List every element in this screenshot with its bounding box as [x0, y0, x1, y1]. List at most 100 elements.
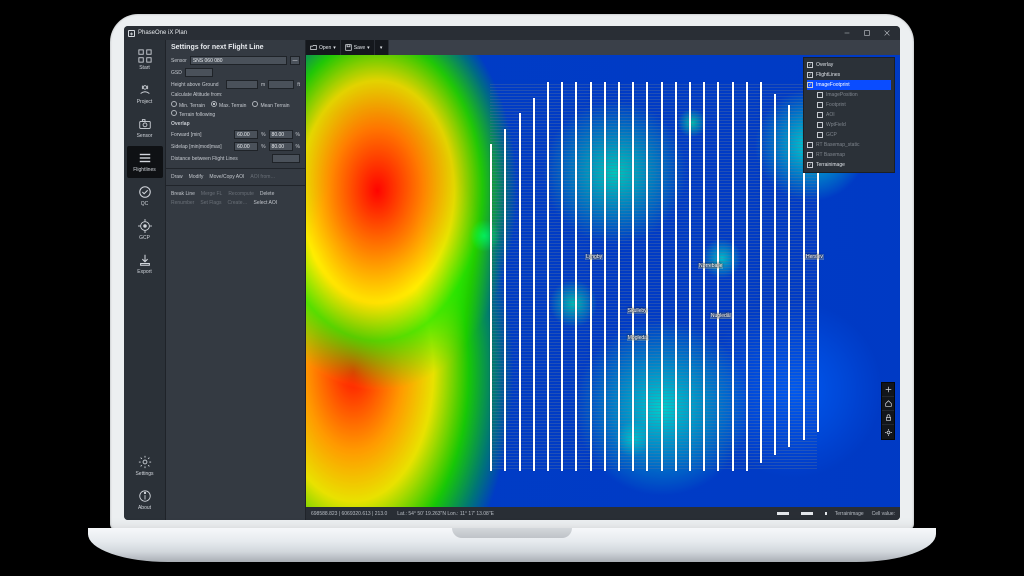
checkbox-icon[interactable]: [817, 112, 823, 118]
forward-field[interactable]: 60.00: [234, 130, 258, 139]
checkbox-icon[interactable]: [807, 62, 813, 68]
checkbox-icon[interactable]: [807, 72, 813, 78]
place-label: Skulleby: [627, 308, 648, 314]
radio-min-terrain[interactable]: Min. Terrain: [171, 101, 205, 109]
tab-modify[interactable]: Modify: [189, 174, 204, 180]
app-title: PhaseOne iX Plan: [138, 30, 187, 36]
place-label: Herslev: [805, 254, 824, 260]
layer-item[interactable]: Terrainimage: [807, 160, 891, 170]
calc-label: Calculate Altitude from:: [171, 92, 300, 98]
tool-recompute[interactable]: Recompute: [228, 191, 254, 197]
gsd-label: GSD: [171, 70, 182, 76]
distance-field[interactable]: [272, 154, 300, 163]
layer-item[interactable]: WptField: [807, 120, 891, 130]
sidelap-pct-field[interactable]: 80.00: [269, 142, 293, 151]
status-cellvalue: Cell value:: [872, 511, 895, 517]
checkbox-icon[interactable]: [817, 122, 823, 128]
height-ft[interactable]: [268, 80, 294, 89]
sidebar-item-flightlines[interactable]: Flightlines: [127, 146, 163, 178]
panel-title: Settings for next Flight Line: [171, 44, 300, 51]
sidebar-item-label: QC: [141, 201, 149, 207]
checkbox-icon[interactable]: [807, 152, 813, 158]
minimize-button[interactable]: [838, 27, 856, 39]
sidebar-item-export[interactable]: Export: [127, 248, 163, 280]
open-button[interactable]: Open ▾: [306, 40, 341, 55]
sidelap-label: Sidelap [min|mod|max]: [171, 144, 231, 150]
pan-tool[interactable]: [882, 383, 894, 397]
layers-header[interactable]: Overlay: [807, 60, 891, 70]
sidebar-item-sensor[interactable]: Sensor: [127, 112, 163, 144]
app-icon: ◈: [128, 30, 135, 37]
sidebar-item-qc[interactable]: QC: [127, 180, 163, 212]
close-button[interactable]: [878, 27, 896, 39]
layer-item[interactable]: AOI: [807, 110, 891, 120]
layer-item[interactable]: RT Basemap_static: [807, 140, 891, 150]
sidebar-item-label: Export: [137, 269, 151, 275]
save-button[interactable]: Save ▾: [341, 40, 375, 55]
tool-create[interactable]: Create…: [227, 200, 247, 206]
map-toolbar: Open ▾ Save ▾ ▾: [306, 40, 389, 55]
place-label: Mogledal: [627, 335, 649, 341]
home-view-button[interactable]: [882, 397, 894, 411]
forward-pct-field[interactable]: 80.00: [269, 130, 293, 139]
layer-label: WptField: [826, 122, 846, 128]
info-icon: [138, 489, 152, 503]
tool-break-line[interactable]: Break Line: [171, 191, 195, 197]
app-window: ◈ PhaseOne iX Plan: [124, 26, 900, 520]
tab-aoi-from[interactable]: AOI from…: [250, 174, 275, 180]
layer-item[interactable]: ImagePosition: [807, 90, 891, 100]
toolbar-overflow-button[interactable]: ▾: [375, 40, 389, 55]
sidebar-item-about[interactable]: About: [127, 484, 163, 516]
overlap-header: Overlap: [171, 121, 300, 127]
radio-mean-terrain[interactable]: Mean Terrain: [252, 101, 289, 109]
status-layer: Terrainimage: [835, 511, 864, 517]
sidebar-item-project[interactable]: Project: [127, 78, 163, 110]
layer-label: GCP: [826, 132, 837, 138]
radio-terrain-following[interactable]: Terrain following: [171, 110, 215, 118]
tab-draw[interactable]: Draw: [171, 174, 183, 180]
sensor-units-button[interactable]: —: [290, 56, 300, 65]
flightlines-overlay: [490, 82, 817, 471]
sensor-field[interactable]: SNS 060 080: [190, 56, 287, 65]
layer-label: ImageFootprint: [816, 82, 850, 88]
layer-item[interactable]: GCP: [807, 130, 891, 140]
maximize-button[interactable]: [858, 27, 876, 39]
layer-item[interactable]: ImageFootprint: [807, 80, 891, 90]
checkbox-icon[interactable]: [807, 142, 813, 148]
sidebar-item-gcp[interactable]: GCP: [127, 214, 163, 246]
tab-movecopy[interactable]: Move/Copy AOI: [209, 174, 244, 180]
target-icon: [138, 219, 152, 233]
checkbox-icon[interactable]: [817, 132, 823, 138]
layer-item[interactable]: Footprint: [807, 100, 891, 110]
tool-set-flags[interactable]: Set Flags: [200, 200, 221, 206]
layer-label: AOI: [826, 112, 835, 118]
sidebar-item-label: Flightlines: [133, 167, 156, 173]
radio-max-terrain[interactable]: Max. Terrain: [211, 101, 246, 109]
tool-select-aoi[interactable]: Select AOI: [254, 200, 278, 206]
sidebar-item-settings[interactable]: Settings: [127, 450, 163, 482]
lock-button[interactable]: [882, 411, 894, 425]
edit-mode-tabs: Draw Modify Move/Copy AOI AOI from…: [171, 174, 300, 180]
layer-item[interactable]: FlightLines: [807, 70, 891, 80]
layer-label: Footprint: [826, 102, 846, 108]
tool-delete[interactable]: Delete: [260, 191, 274, 197]
tool-merge-fl[interactable]: Merge FL: [201, 191, 222, 197]
sidebar-item-start[interactable]: Start: [127, 44, 163, 76]
gsd-field[interactable]: [185, 68, 213, 77]
tool-renumber[interactable]: Renumber: [171, 200, 194, 206]
sidelap-field[interactable]: 60.00: [234, 142, 258, 151]
layer-item[interactable]: RT Basemap: [807, 150, 891, 160]
checkbox-icon[interactable]: [817, 102, 823, 108]
project-icon: [138, 83, 152, 97]
sidebar-item-label: Project: [137, 99, 153, 105]
checkbox-icon[interactable]: [807, 162, 813, 168]
height-value[interactable]: [226, 80, 258, 89]
view-settings-button[interactable]: [882, 425, 894, 439]
chevron-down-icon: ▾: [367, 45, 370, 51]
checkbox-icon[interactable]: [807, 82, 813, 88]
place-label: Nørreballe: [698, 263, 723, 269]
checkbox-icon[interactable]: [817, 92, 823, 98]
gear-icon: [138, 455, 152, 469]
grid-icon: [138, 49, 152, 63]
sidebar-item-label: GCP: [139, 235, 150, 241]
